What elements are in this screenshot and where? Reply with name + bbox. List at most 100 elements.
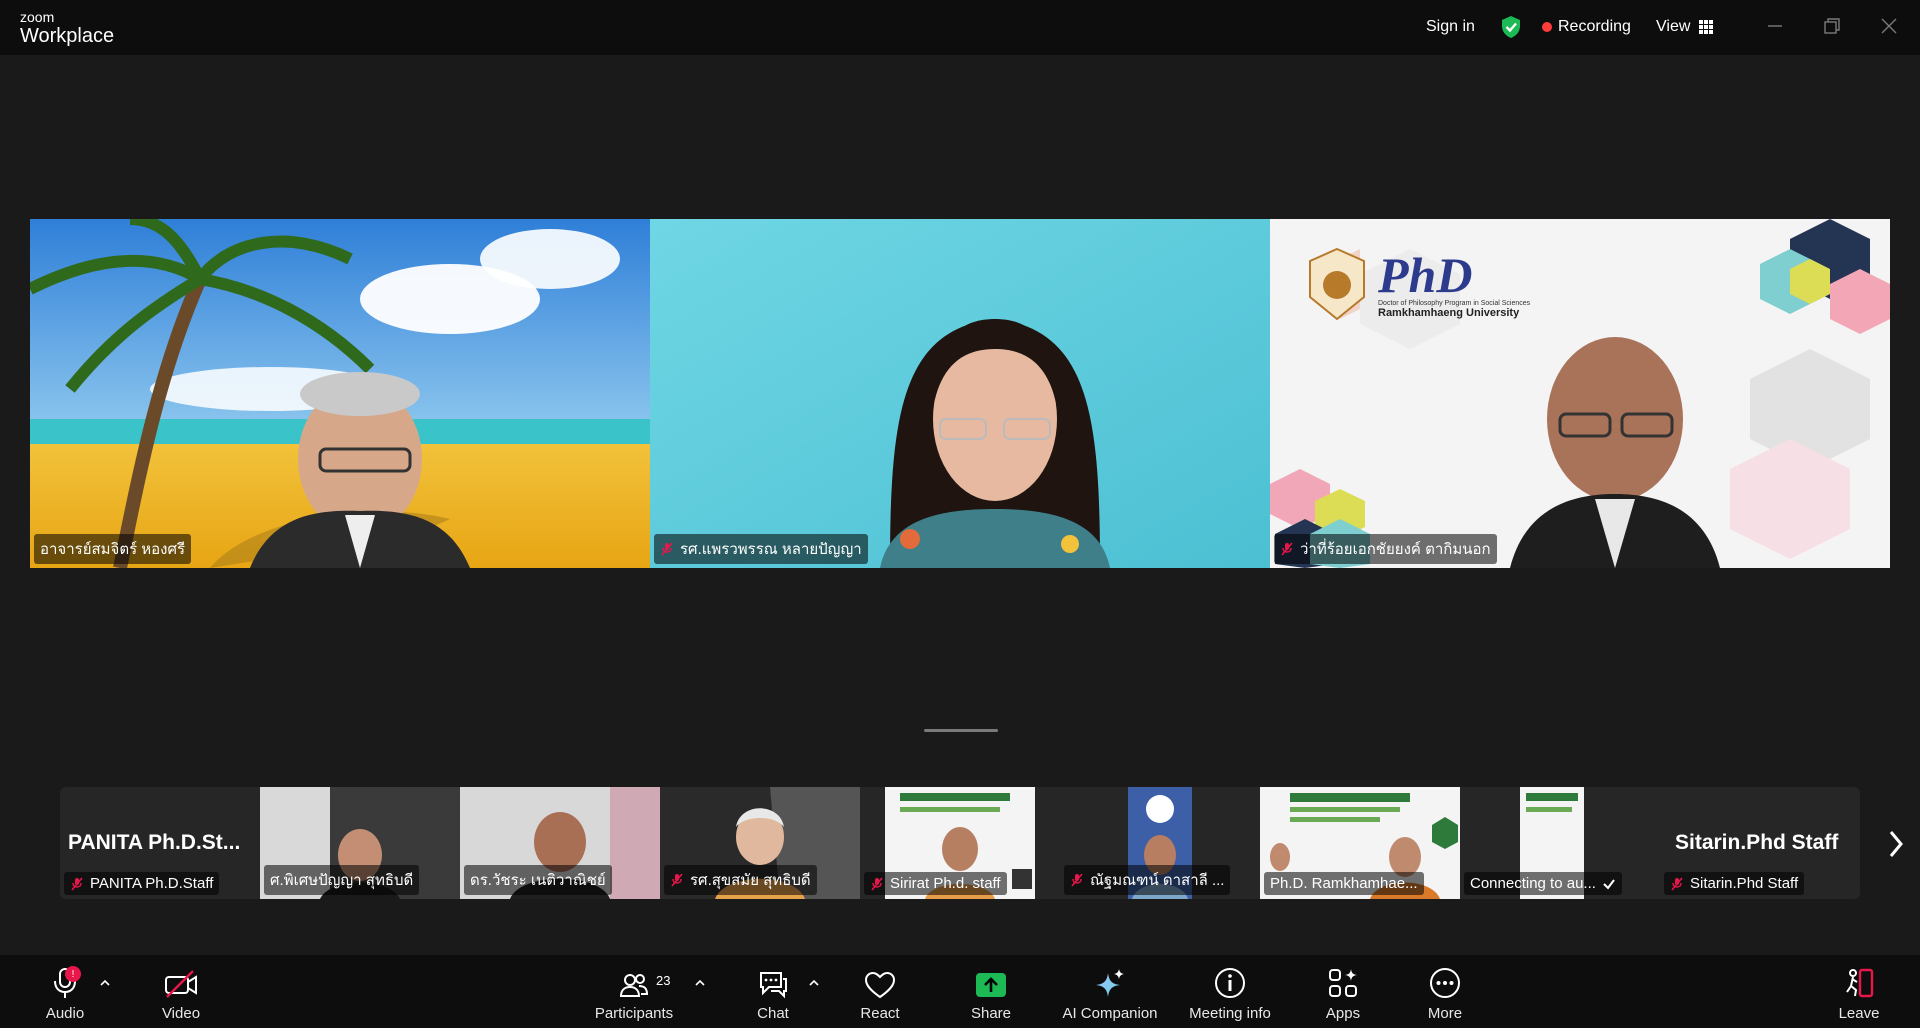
participants-icon (619, 974, 649, 997)
thumbnail-name: Sirirat Ph.d. staff (890, 875, 1001, 892)
chevron-right-icon[interactable] (1882, 826, 1910, 862)
thumbnail-tile-5[interactable]: Sirirat Ph.d. staff (860, 787, 1060, 899)
mic-muted-icon (661, 542, 673, 556)
meeting-info-label: Meeting info (1189, 1005, 1271, 1022)
heart-icon (864, 971, 896, 999)
mic-muted-icon (1071, 873, 1083, 887)
mic-muted-icon (1281, 542, 1293, 556)
speaker-name-tag: อาจารย์สมจิตร์ หองศรี (34, 534, 192, 564)
chat-label: Chat (757, 1005, 789, 1022)
thumbnail-name-tag: Sirirat Ph.d. staff (864, 872, 1007, 895)
mic-muted-icon (871, 877, 883, 890)
leave-button[interactable]: Leave (1834, 955, 1884, 1028)
mic-muted-icon (671, 873, 683, 887)
beach-background (30, 219, 650, 568)
share-label: Share (970, 1005, 1012, 1022)
thumbnail-tile-8[interactable]: Connecting to au... (1460, 787, 1660, 899)
restore-icon[interactable] (1822, 16, 1842, 36)
thumbnail-strip: PANITA Ph.D.St... PANITA Ph.D.Staff ศ.พิ… (60, 787, 1860, 899)
share-screen-icon (976, 973, 1006, 997)
ai-companion-label: AI Companion (1062, 1005, 1158, 1022)
video-tile-speaker-1[interactable]: อาจารย์สมจิตร์ หองศรี (30, 219, 650, 568)
video-button[interactable]: Video (156, 955, 206, 1028)
participants-label: Participants (594, 1005, 674, 1022)
thumbnail-tile-9[interactable]: Sitarin.Phd Staff Sitarin.Phd Staff (1660, 787, 1860, 899)
audio-alert-badge: ! (65, 966, 81, 982)
close-icon[interactable] (1879, 16, 1899, 36)
apps-icon (1329, 969, 1357, 997)
thumbnail-name-tag: ณัฐมณฑน์ ดาสาลี ... (1064, 865, 1231, 895)
thumbnail-name-tag: Connecting to au... (1464, 872, 1622, 895)
recording-label: Recording (1558, 18, 1631, 35)
phd-logo-title: PhD (1378, 246, 1473, 303)
logo-line-1: zoom (20, 9, 55, 25)
video-tile-speaker-3[interactable]: PhD Doctor of Philosophy Program in Soci… (1270, 219, 1890, 568)
speaker-name-tag: ว่าที่ร้อยเอกชัยยงค์ ตากิมนอก (1274, 534, 1497, 564)
video-off-icon (165, 970, 197, 998)
resize-handle[interactable] (924, 729, 998, 732)
mic-muted-icon (71, 877, 83, 890)
university-seal-icon (1309, 247, 1365, 321)
share-button[interactable]: Share (966, 955, 1016, 1028)
react-button[interactable]: React (855, 955, 905, 1028)
participants-button[interactable]: Participants (589, 955, 679, 1028)
meeting-toolbar: Audio ! Video Participants 23 Chat React… (0, 955, 1920, 1028)
apps-button[interactable]: Apps (1318, 955, 1368, 1028)
phd-logo: PhD Doctor of Philosophy Program in Soci… (1308, 247, 1530, 321)
speaker-name: อาจารย์สมจิตร์ หองศรี (40, 541, 186, 558)
ai-companion-button[interactable]: AI Companion (1055, 955, 1165, 1028)
audio-options-chevron-up-icon[interactable] (99, 977, 111, 989)
view-label: View (1656, 18, 1691, 35)
minimize-icon[interactable] (1765, 16, 1785, 36)
grid-icon (1699, 20, 1714, 34)
checkmark-icon (1603, 878, 1615, 890)
view-button[interactable]: View (1656, 0, 1714, 54)
thumbnail-name-tag: ดร.วัชระ เนติวาณิชย์ (464, 865, 612, 895)
video-label: Video (161, 1005, 201, 1022)
thumbnail-display-name: PANITA Ph.D.St... (68, 831, 241, 854)
more-label: More (1427, 1005, 1463, 1022)
more-button[interactable]: More (1420, 955, 1470, 1028)
audio-label: Audio (45, 1005, 85, 1022)
thumbnail-display-name: Sitarin.Phd Staff (1675, 831, 1839, 854)
thumbnail-name: ศ.พิเศษปัญญา สุทธิบดี (270, 872, 414, 889)
thumbnail-name: ณัฐมณฑน์ ดาสาลี ... (1090, 872, 1225, 889)
phd-logo-subtitle: Doctor of Philosophy Program in Social S… (1378, 299, 1531, 307)
participants-count: 23 (656, 973, 671, 988)
thumbnail-tile-7[interactable]: Ph.D. Ramkhamhae... (1260, 787, 1460, 899)
thumbnail-tile-1[interactable]: PANITA Ph.D.St... PANITA Ph.D.Staff (60, 787, 260, 899)
audio-button[interactable]: Audio (40, 955, 90, 1028)
meeting-info-button[interactable]: Meeting info (1180, 955, 1280, 1028)
react-label: React (860, 1005, 900, 1022)
participants-options-chevron-up-icon[interactable] (694, 977, 706, 989)
speaker-name: ว่าที่ร้อยเอกชัยยงค์ ตากิมนอก (1300, 541, 1491, 558)
chat-options-chevron-up-icon[interactable] (808, 977, 820, 989)
apps-label: Apps (1325, 1005, 1361, 1022)
thumbnail-name: Connecting to au... (1470, 875, 1596, 892)
thumbnail-name: PANITA Ph.D.Staff (90, 875, 214, 892)
thumbnail-name: รศ.สุขสมัย สุทธิบดี (690, 872, 811, 889)
logo-line-2: Workplace (20, 25, 115, 47)
title-bar: zoom Workplace Sign in Recording View (0, 0, 1920, 55)
mic-muted-icon (1671, 877, 1683, 890)
thumbnail-tile-6[interactable]: ณัฐมณฑน์ ดาสาลี ... (1060, 787, 1260, 899)
thumbnail-tile-2[interactable]: ศ.พิเศษปัญญา สุทธิบดี (260, 787, 460, 899)
speaker-name: รศ.แพรวพรรณ หลายปัญญา (680, 541, 862, 558)
speaker-name-tag: รศ.แพรวพรรณ หลายปัญญา (654, 534, 868, 564)
thumbnail-tile-4[interactable]: รศ.สุขสมัย สุทธิบดี (660, 787, 860, 899)
sparkle-icon (1096, 969, 1124, 997)
thumbnail-name-tag: Sitarin.Phd Staff (1664, 872, 1805, 895)
recording-indicator[interactable]: Recording (1542, 0, 1631, 54)
thumbnail-name: Sitarin.Phd Staff (1690, 875, 1799, 892)
leave-label: Leave (1838, 1005, 1880, 1022)
leave-door-icon (1846, 968, 1874, 998)
video-tile-speaker-2[interactable]: รศ.แพรวพรรณ หลายปัญญา (650, 219, 1270, 568)
recording-dot-icon (1542, 22, 1552, 32)
chat-button[interactable]: Chat (748, 955, 798, 1028)
thumbnail-name: Ph.D. Ramkhamhae... (1270, 875, 1418, 892)
sign-in-button[interactable]: Sign in (1426, 0, 1475, 54)
thumbnail-name-tag: รศ.สุขสมัย สุทธิบดี (664, 865, 817, 895)
thumbnail-tile-3[interactable]: ดร.วัชระ เนติวาณิชย์ (460, 787, 660, 899)
thumbnail-name-tag: ศ.พิเศษปัญญา สุทธิบดี (264, 865, 420, 895)
shield-icon[interactable] (1500, 0, 1522, 54)
